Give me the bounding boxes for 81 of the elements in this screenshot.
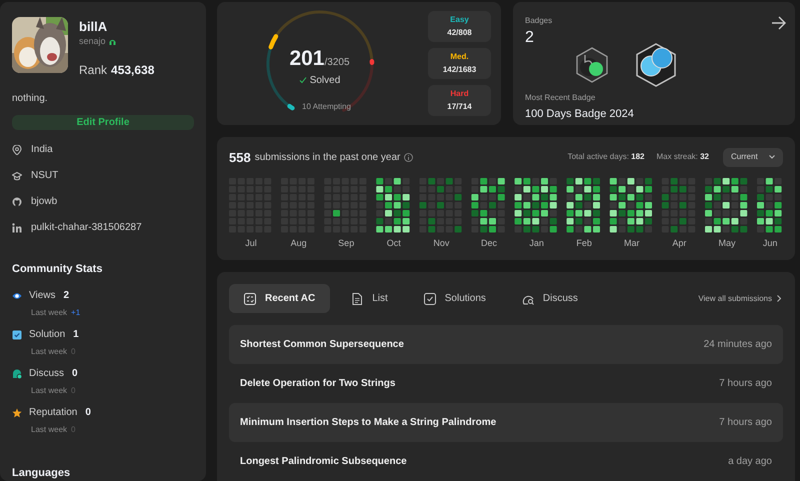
month-label: Oct <box>386 237 401 250</box>
badge-icon <box>634 43 678 87</box>
total-count: /3205 <box>324 56 350 70</box>
view-all-link[interactable]: View all submissions <box>698 292 781 304</box>
month-label: Mar <box>624 237 640 250</box>
bio: nothing. <box>12 92 48 106</box>
eye-icon <box>12 290 22 300</box>
badge-icon <box>574 47 610 83</box>
stat-label: Views <box>29 289 56 303</box>
stat-sublabel: Last week <box>31 424 68 436</box>
month-label: Sep <box>338 237 354 250</box>
submission-row[interactable]: Delete Operation for Two Strings 7 hours ago <box>229 364 783 403</box>
difficulty-tile: Easy 42/808 <box>428 11 491 42</box>
month-label: Jun <box>762 237 778 250</box>
stat-label: Solution <box>29 328 66 342</box>
stat-delta: +1 <box>71 306 80 318</box>
tab[interactable]: Discuss <box>506 284 593 313</box>
section-title: Languages <box>12 466 70 480</box>
stat-value: 2 <box>64 289 70 303</box>
month-label: Jul <box>245 237 257 250</box>
headset-icon <box>108 38 116 44</box>
rank-value: 453,638 <box>111 62 154 79</box>
chat-bubble-icon <box>12 368 22 378</box>
checkbox-icon <box>424 292 436 304</box>
attempting-label: 10 Attempting <box>302 100 351 113</box>
checkbox-icon <box>12 330 22 340</box>
month-label: Apr <box>672 237 686 250</box>
info-text: India <box>31 143 53 157</box>
stat-label: Discuss <box>29 367 64 381</box>
solved-label: Solved <box>310 74 340 88</box>
active-days-stat: Total active days: 182 <box>568 151 645 164</box>
stat-value: 0 <box>85 406 91 420</box>
difficulty-tile: Hard 17/714 <box>428 85 491 116</box>
chevron-down-icon <box>769 155 775 160</box>
submission-row[interactable]: Shortest Common Supersequence 24 minutes ago <box>229 325 783 364</box>
max-streak-stat: Max streak: 32 <box>656 151 709 164</box>
submission-row[interactable]: Longest Palindromic Subsequence a day ago <box>229 442 783 481</box>
month-label: Jan <box>529 237 544 250</box>
section-title: Community Stats <box>12 262 102 277</box>
stat-sublabel: Last week <box>31 346 68 358</box>
recent-badge-label: Most Recent Badge <box>525 92 596 104</box>
difficulty-tile: Med. 142/1683 <box>428 48 491 80</box>
submission-count: 558 <box>229 148 251 167</box>
month-label: Nov <box>433 237 450 250</box>
stat-label: Reputation <box>29 406 78 420</box>
check-icon <box>298 76 307 84</box>
submissions-label: submissions in the past one year <box>254 150 400 165</box>
tab[interactable]: Recent AC <box>229 284 330 313</box>
badges-title: Badges <box>525 15 552 27</box>
graduation-cap-icon <box>12 170 22 180</box>
month-label: Aug <box>290 237 307 250</box>
github-icon <box>12 196 22 206</box>
recent-badge-name: 100 Days Badge 2024 <box>525 107 635 122</box>
info-text: NSUT <box>31 169 58 183</box>
profile-link[interactable]: pulkit-chahar-381506287 <box>31 220 142 235</box>
linkedin-icon <box>12 222 22 232</box>
month-label: Dec <box>481 237 497 250</box>
stat-value: 1 <box>73 328 79 342</box>
month-label: May <box>718 237 736 250</box>
username: billA <box>79 19 108 35</box>
location-pin-icon <box>12 144 22 154</box>
arrow-right-icon[interactable] <box>771 16 787 30</box>
submission-row[interactable]: Minimum Insertion Steps to Make a String Palindrome 7 hours ago <box>229 403 783 442</box>
handle: senajo <box>79 35 106 47</box>
tab[interactable]: Solutions <box>408 284 501 313</box>
month-label: Feb <box>576 237 592 250</box>
stat-value: 0 <box>72 367 78 381</box>
stat-sublabel: Last week <box>31 306 68 318</box>
stat-sublabel: Last week <box>31 384 68 396</box>
document-icon <box>351 292 364 304</box>
solved-count: 201 <box>289 46 324 71</box>
info-icon <box>404 152 414 162</box>
period-dropdown[interactable]: Current <box>723 148 783 167</box>
tab[interactable]: List <box>336 284 403 313</box>
badge-count: 2 <box>525 28 534 48</box>
chevron-right-icon <box>777 295 781 302</box>
star-icon <box>12 408 22 418</box>
profile-link[interactable]: bjowb <box>31 194 58 209</box>
checklist-icon <box>244 292 256 304</box>
rank-label: Rank <box>79 62 108 79</box>
edit-profile-button[interactable]: Edit Profile <box>12 115 194 130</box>
